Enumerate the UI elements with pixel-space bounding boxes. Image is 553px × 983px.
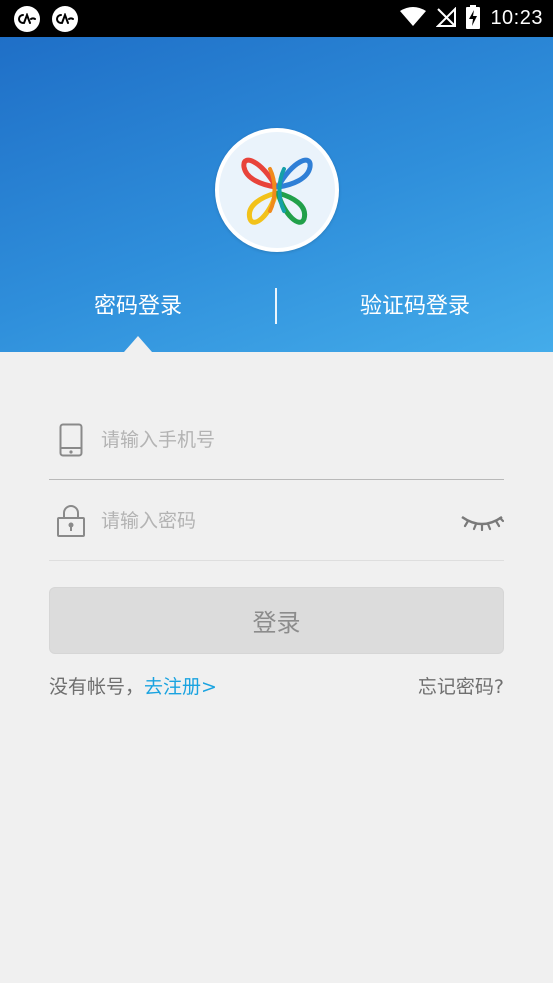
butterfly-logo <box>215 128 339 252</box>
tab-password-login[interactable]: 密码登录 <box>0 287 276 327</box>
no-signal-icon <box>436 6 457 31</box>
account-links: 没有帐号，去注册> 忘记密码? <box>49 670 504 700</box>
lock-icon <box>51 501 91 541</box>
password-field <box>49 481 504 561</box>
eye-closed-icon[interactable] <box>460 503 504 539</box>
forgot-password-link[interactable]: 忘记密码? <box>418 672 504 699</box>
app-notification-icon <box>52 6 78 32</box>
password-input[interactable] <box>101 500 441 541</box>
no-account-text: 没有帐号， <box>49 676 145 698</box>
no-account-prompt: 没有帐号，去注册> <box>49 672 217 699</box>
login-header: 密码登录 验证码登录 <box>0 37 553 352</box>
status-time: 10:23 <box>490 7 543 29</box>
tab-code-login[interactable]: 验证码登录 <box>277 287 553 327</box>
wifi-icon <box>400 6 427 31</box>
active-tab-indicator <box>124 336 152 352</box>
phone-icon <box>51 420 91 460</box>
status-bar: 10:23 <box>0 0 553 37</box>
app-notification-icon <box>14 6 40 32</box>
phone-input[interactable] <box>101 419 441 460</box>
phone-field <box>49 400 504 480</box>
register-link[interactable]: 去注册> <box>144 676 217 698</box>
battery-charging-icon <box>466 4 481 33</box>
login-button[interactable]: 登录 <box>49 587 504 654</box>
